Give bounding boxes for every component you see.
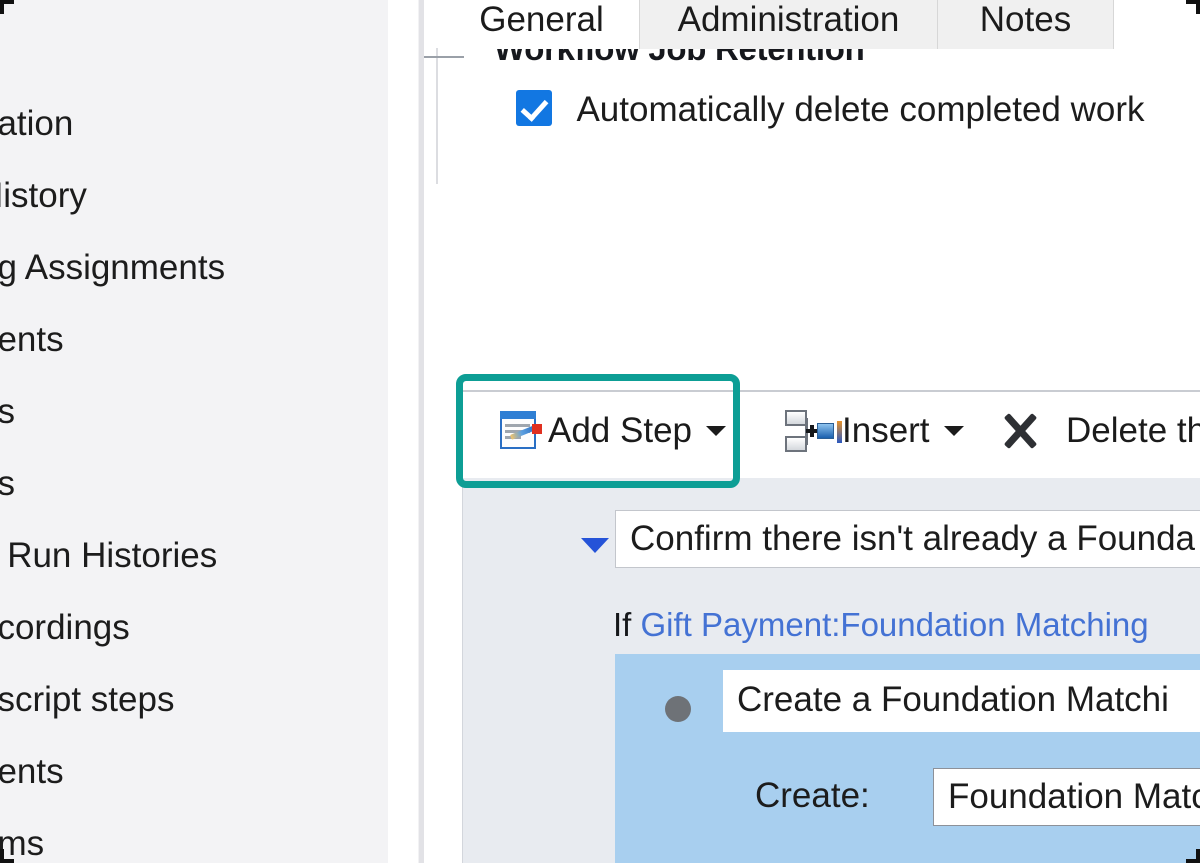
insert-node-icon [784,409,842,453]
sidebar-item-9[interactable]: pents [0,736,388,808]
workflow-step-canvas: Confirm there isn't already a Founda If … [462,478,1200,863]
insert-caret-down-icon[interactable] [943,426,964,436]
delete-step-button[interactable]: Delete th [998,398,1200,464]
step-collapse-caret-down-icon[interactable] [581,538,609,553]
add-step-button[interactable]: Add Step [498,398,726,464]
sidebar-item-6[interactable]: o Run Histories [0,520,388,592]
insert-label: Insert [842,411,930,450]
sidebar-item-3[interactable]: nents [0,304,388,376]
main-content-panel: Workflow Job Retention General Administr… [424,0,1200,863]
condition-keyword: If [613,606,632,643]
delete-step-label: Delete th [1066,411,1200,450]
workflow-step-title-box[interactable]: Confirm there isn't already a Founda [615,510,1200,568]
workflow-step-title: Confirm there isn't already a Founda [630,519,1196,558]
create-record-type-value: Foundation Match [948,777,1200,816]
step-bullet-icon [665,696,691,722]
sidebar-item-0[interactable]: nation [0,88,388,160]
screenshot-root: nation History og Assignments nents es e… [0,0,1200,863]
left-navigation-sidebar: nation History og Assignments nents es e… [0,0,388,863]
condition-branch-panel: Create a Foundation Matchi Create: Found… [615,654,1200,863]
branch-step-title-box[interactable]: Create a Foundation Matchi [723,670,1200,732]
tab-strip: General Administration Notes [424,0,1200,49]
auto-delete-checkbox[interactable] [516,90,552,126]
add-step-label: Add Step [548,411,692,450]
sidebar-item-2[interactable]: og Assignments [0,232,388,304]
add-step-caret-down-icon[interactable] [706,426,726,436]
workflow-toolbar-wrapper: Add Step Insert Delete th [460,390,1200,478]
x-close-icon [998,409,1042,453]
branch-step-title: Create a Foundation Matchi [737,680,1169,719]
insert-button[interactable]: Insert [784,398,964,464]
workflow-toolbar: Add Step Insert Delete th [460,392,1200,476]
create-record-type-input[interactable]: Foundation Match [933,768,1200,826]
sidebar-gutter [388,0,418,863]
sidebar-item-8[interactable]: t script steps [0,664,388,736]
auto-delete-checkbox-row[interactable]: Automatically delete completed work [516,90,1145,140]
condition-expression[interactable]: Gift Payment:Foundation Matching [641,606,1149,643]
create-field-label: Create: [755,776,870,815]
tab-administration[interactable]: Administration [640,0,938,49]
sidebar-item-10[interactable]: ems [0,808,388,863]
tab-notes[interactable]: Notes [938,0,1114,49]
add-step-icon [498,410,542,452]
sidebar-item-4[interactable]: es [0,376,388,448]
group-box-top-rule [424,56,464,58]
sidebar-item-5[interactable]: es [0,448,388,520]
auto-delete-checkbox-label: Automatically delete completed work [576,90,1145,129]
tab-general[interactable]: General [444,0,640,49]
sidebar-item-1[interactable]: History [0,160,388,232]
group-box-left-border [436,48,438,184]
condition-line: If Gift Payment:Foundation Matching [613,606,1149,644]
sidebar-item-7[interactable]: ecordings [0,592,388,664]
